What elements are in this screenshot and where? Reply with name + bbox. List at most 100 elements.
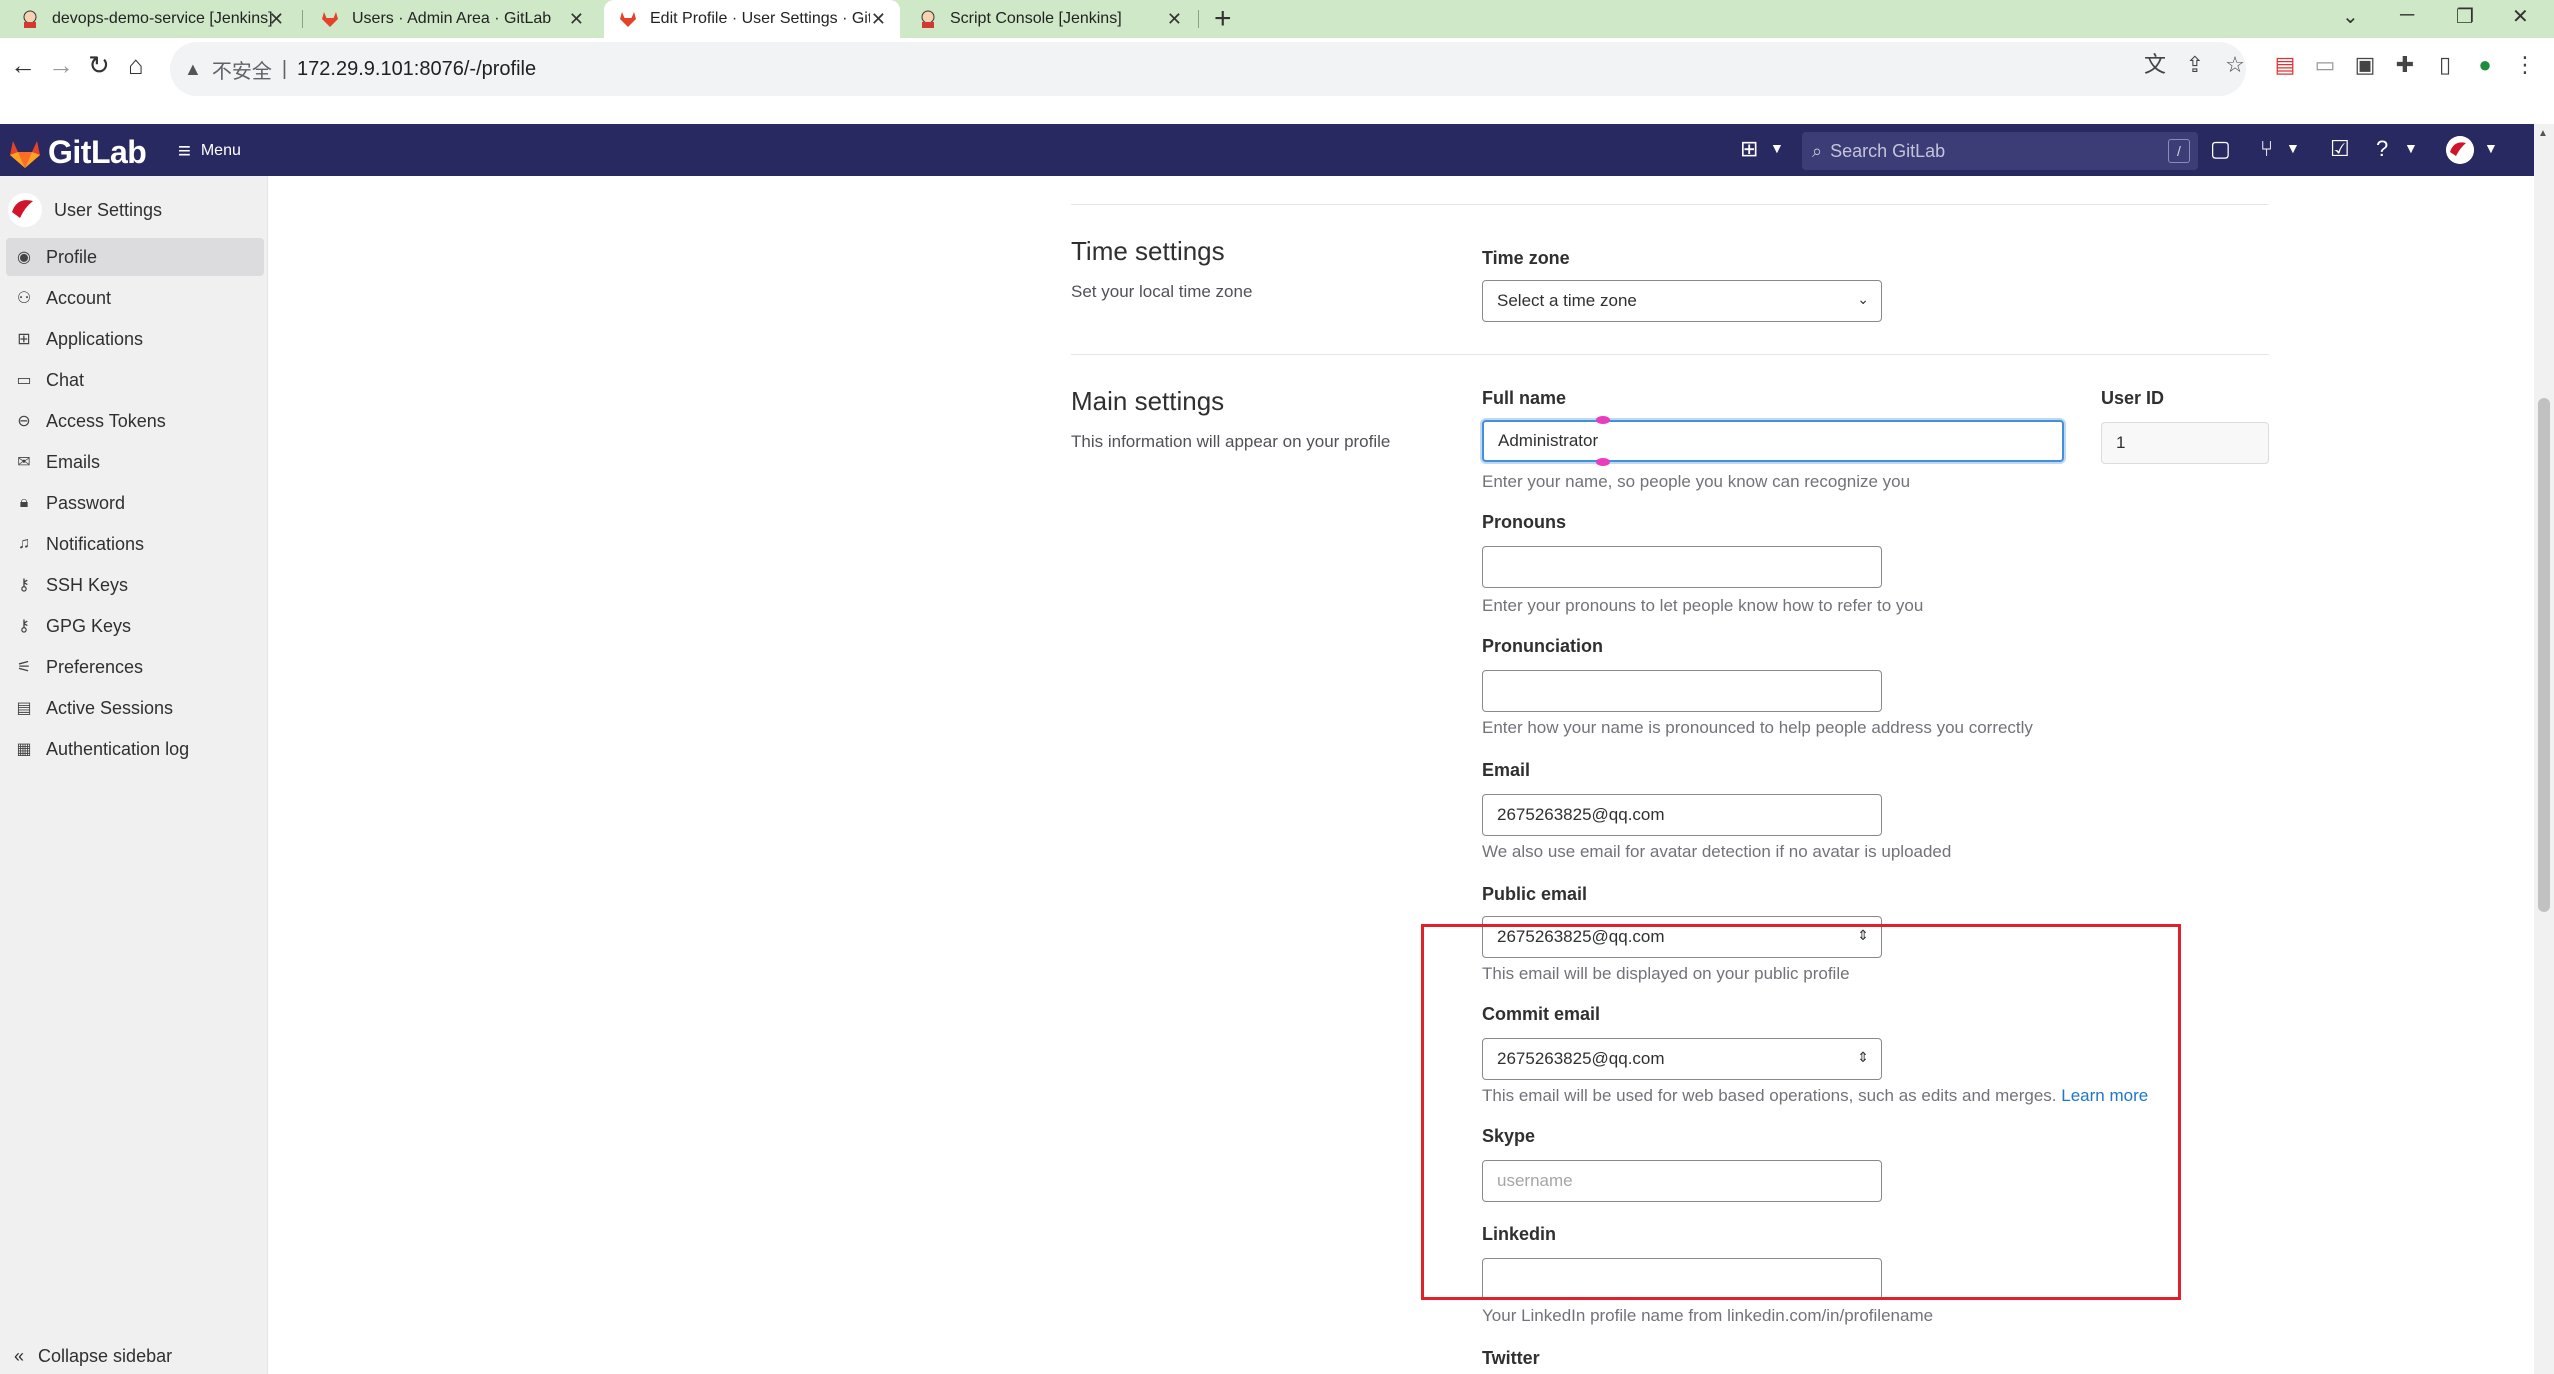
email-input[interactable]: 2675263825@qq.com bbox=[1482, 794, 1882, 836]
profile-avatar-icon[interactable]: ● bbox=[2472, 52, 2498, 78]
sidebar-item-password[interactable]: 🔒︎ Password bbox=[6, 484, 264, 522]
bookmark-star-icon[interactable]: ☆ bbox=[2222, 52, 2248, 78]
log-icon: ▦ bbox=[16, 741, 32, 758]
minimize-icon[interactable]: ─ bbox=[2400, 4, 2414, 27]
extension-red-icon[interactable]: ▤ bbox=[2272, 52, 2298, 78]
extension-grey-icon[interactable]: ▭ bbox=[2312, 52, 2338, 78]
todos-icon[interactable]: ☑ bbox=[2330, 136, 2350, 162]
scroll-up-arrow-icon[interactable]: ▲ bbox=[2538, 128, 2548, 139]
pronouns-help: Enter your pronouns to let people know h… bbox=[1482, 596, 1924, 615]
sidebar-item-chat[interactable]: ▭ Chat bbox=[6, 361, 264, 399]
translate-icon[interactable]: 文 bbox=[2142, 52, 2168, 78]
browser-tab-edit-profile[interactable]: Edit Profile · User Settings · GitLab ✕ bbox=[604, 0, 900, 38]
timezone-dropdown[interactable]: Select a time zone ⌄ bbox=[1482, 280, 1882, 322]
sidebar-item-applications[interactable]: ⊞ Applications bbox=[6, 320, 264, 358]
sidebar-item-label: Emails bbox=[46, 451, 101, 472]
sidebar-item-account[interactable]: ⚇ Account bbox=[6, 279, 264, 317]
settings-sidebar: User Settings ◉ Profile ⚇ Account ⊞ Appl… bbox=[0, 176, 268, 1374]
gitlab-icon bbox=[618, 9, 638, 29]
user-id-label: User ID bbox=[2101, 388, 2165, 408]
sidebar-item-label: SSH Keys bbox=[46, 574, 129, 595]
extensions-puzzle-icon[interactable]: ✚ bbox=[2392, 52, 2418, 78]
sidebar-item-access-tokens[interactable]: ⊖ Access Tokens bbox=[6, 402, 264, 440]
merge-requests-icon[interactable]: ⑂ bbox=[2260, 136, 2273, 162]
sidebar-item-preferences[interactable]: ⚟ Preferences bbox=[6, 648, 264, 686]
sidebar-item-notifications[interactable]: ♫ Notifications bbox=[6, 525, 264, 563]
sidebar-item-label: Profile bbox=[46, 246, 98, 267]
user-avatar[interactable] bbox=[2446, 136, 2474, 164]
hamburger-icon: ≡ bbox=[178, 138, 191, 163]
collapse-sidebar-label: Collapse sidebar bbox=[38, 1346, 173, 1366]
browser-tab-strip: devops-demo-service [Jenkins] ✕ Users · … bbox=[0, 0, 2554, 38]
page-scrollbar[interactable]: ▲ bbox=[2534, 124, 2554, 1374]
mail-icon: ✉ bbox=[17, 454, 31, 471]
address-bar[interactable]: ▲ 不安全 | 172.29.9.101:8076/-/profile bbox=[170, 42, 2246, 96]
browser-tab-script-console[interactable]: Script Console [Jenkins] ✕ bbox=[904, 0, 1196, 38]
sidebar-item-active-sessions[interactable]: ▤ Active Sessions bbox=[6, 689, 264, 727]
sidebar-item-gpg-keys[interactable]: ⚷ GPG Keys bbox=[6, 607, 264, 645]
address-separator: | bbox=[281, 57, 288, 80]
home-icon[interactable]: ⌂ bbox=[128, 50, 144, 81]
reload-icon[interactable]: ↻ bbox=[88, 50, 110, 81]
extension-badge-icon[interactable]: ▣ bbox=[2352, 52, 2378, 78]
sidebar-context-header[interactable]: User Settings bbox=[0, 190, 268, 230]
main-menu-button[interactable]: ≡ Menu bbox=[178, 138, 241, 164]
gitlab-logo[interactable]: GitLab bbox=[8, 134, 147, 171]
new-tab-plus-icon[interactable]: + bbox=[1214, 2, 1232, 36]
section-divider bbox=[1071, 354, 2269, 355]
sidebar-title: User Settings bbox=[54, 199, 163, 220]
text-selection-handle-bottom[interactable] bbox=[1596, 458, 1610, 466]
share-icon[interactable]: ⇪ bbox=[2182, 52, 2208, 78]
search-icon: ⌕ bbox=[1812, 140, 1823, 161]
pronunciation-input[interactable] bbox=[1482, 670, 1882, 712]
jenkins-icon bbox=[918, 9, 938, 29]
scrollbar-thumb[interactable] bbox=[2538, 398, 2550, 912]
sidebar-item-label: Authentication log bbox=[46, 738, 190, 759]
close-icon[interactable]: ✕ bbox=[269, 9, 284, 30]
search-input[interactable]: ⌕ Search GitLab / bbox=[1802, 132, 2198, 170]
sidebar-item-ssh-keys[interactable]: ⚷ SSH Keys bbox=[6, 566, 264, 604]
search-placeholder: Search GitLab bbox=[1830, 140, 1946, 161]
close-icon[interactable]: ✕ bbox=[569, 9, 584, 30]
create-new-plus-icon[interactable]: ⊞ bbox=[1740, 136, 1758, 162]
search-shortcut-key: / bbox=[2168, 139, 2190, 163]
tab-separator bbox=[302, 10, 303, 28]
help-icon[interactable]: ? bbox=[2376, 136, 2388, 162]
issues-icon[interactable]: ▢ bbox=[2210, 136, 2231, 162]
sidebar-item-emails[interactable]: ✉ Emails bbox=[6, 443, 264, 481]
side-panel-icon[interactable]: ▯ bbox=[2432, 52, 2458, 78]
pronouns-input[interactable] bbox=[1482, 546, 1882, 588]
close-icon[interactable]: ✕ bbox=[871, 9, 886, 30]
restore-icon[interactable]: ❐ bbox=[2456, 4, 2474, 29]
chevron-down-icon[interactable]: ▼ bbox=[2286, 140, 2300, 156]
lock-icon: 🔒︎ bbox=[19, 494, 29, 511]
bell-icon: ♫ bbox=[18, 535, 30, 552]
chevron-down-icon[interactable]: ▼ bbox=[2404, 140, 2418, 156]
gitlab-wordmark: GitLab bbox=[48, 134, 147, 170]
browser-menu-kebab-icon[interactable]: ⋮ bbox=[2512, 52, 2538, 78]
user-avatar bbox=[8, 193, 42, 227]
pronouns-label: Pronouns bbox=[1482, 512, 1566, 532]
back-arrow-icon[interactable]: ← bbox=[10, 50, 36, 81]
browser-tab-gitlab-users[interactable]: Users · Admin Area · GitLab ✕ bbox=[306, 0, 598, 38]
sidebar-item-profile[interactable]: ◉ Profile bbox=[6, 238, 264, 276]
tab-title: Script Console [Jenkins] bbox=[950, 10, 1122, 27]
close-icon[interactable]: ✕ bbox=[1167, 9, 1182, 30]
full-name-input[interactable]: Administrator bbox=[1482, 420, 2064, 462]
email-help: We also use email for avatar detection i… bbox=[1482, 842, 1952, 861]
browser-tab-jenkins-demo[interactable]: devops-demo-service [Jenkins] ✕ bbox=[6, 0, 298, 38]
forward-arrow-icon[interactable]: → bbox=[48, 50, 74, 81]
collapse-sidebar-button[interactable]: « Collapse sidebar bbox=[14, 1346, 172, 1367]
text-selection-handle-top[interactable] bbox=[1596, 416, 1610, 424]
user-id-value: 1 bbox=[2116, 433, 2126, 452]
sidebar-item-authentication-log[interactable]: ▦ Authentication log bbox=[6, 730, 264, 768]
main-settings-description: This information will appear on your pro… bbox=[1071, 432, 1391, 451]
profile-settings-main: Time settings Set your local time zone T… bbox=[269, 176, 2534, 1374]
chevron-down-icon[interactable]: ▼ bbox=[2484, 140, 2498, 156]
pronunciation-help: Enter how your name is pronounced to hel… bbox=[1482, 718, 2033, 737]
chevron-down-icon[interactable]: ▼ bbox=[1770, 140, 1784, 156]
window-close-icon[interactable]: ✕ bbox=[2512, 4, 2529, 29]
tab-title: Edit Profile · User Settings · GitLab bbox=[650, 10, 870, 27]
preferences-icon: ⚟ bbox=[16, 659, 32, 676]
tab-search-chevron-icon[interactable]: ⌄ bbox=[2342, 4, 2359, 29]
